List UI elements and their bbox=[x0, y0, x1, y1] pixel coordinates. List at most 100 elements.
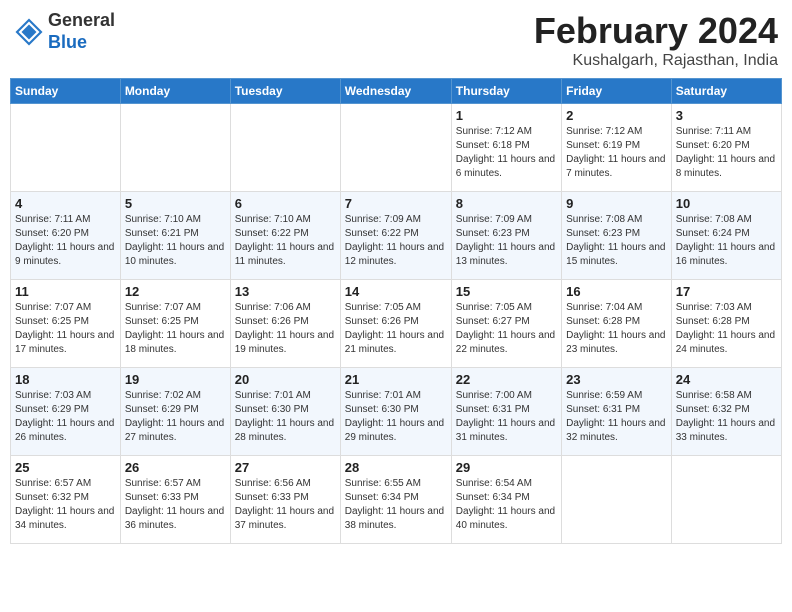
calendar-week-1: 4 Sunrise: 7:11 AM Sunset: 6:20 PM Daylig… bbox=[11, 192, 782, 280]
calendar-cell: 23 Sunrise: 6:59 AM Sunset: 6:31 PM Dayli… bbox=[562, 368, 672, 456]
day-number: 9 bbox=[566, 196, 667, 211]
day-number: 13 bbox=[235, 284, 336, 299]
day-number: 10 bbox=[676, 196, 777, 211]
day-number: 20 bbox=[235, 372, 336, 387]
calendar-cell: 14 Sunrise: 7:05 AM Sunset: 6:26 PM Dayli… bbox=[340, 280, 451, 368]
day-info: Sunrise: 7:00 AM Sunset: 6:31 PM Dayligh… bbox=[456, 389, 557, 445]
calendar-week-4: 25 Sunrise: 6:57 AM Sunset: 6:32 PM Dayli… bbox=[11, 456, 782, 544]
day-number: 24 bbox=[676, 372, 777, 387]
day-info: Sunrise: 7:05 AM Sunset: 6:27 PM Dayligh… bbox=[456, 301, 557, 357]
day-info: Sunrise: 6:57 AM Sunset: 6:33 PM Dayligh… bbox=[125, 477, 226, 533]
day-number: 17 bbox=[676, 284, 777, 299]
day-number: 5 bbox=[125, 196, 226, 211]
col-header-tuesday: Tuesday bbox=[230, 79, 340, 104]
day-number: 7 bbox=[345, 196, 447, 211]
calendar-cell: 18Sunrise: 7:03 AM Sunset: 6:29 PM Dayli… bbox=[11, 368, 121, 456]
calendar-header-row: SundayMondayTuesdayWednesdayThursdayFrid… bbox=[11, 79, 782, 104]
day-info: Sunrise: 7:10 AM Sunset: 6:21 PM Dayligh… bbox=[125, 213, 226, 269]
day-number: 12 bbox=[125, 284, 226, 299]
day-number: 2 bbox=[566, 108, 667, 123]
calendar-cell: 7 Sunrise: 7:09 AM Sunset: 6:22 PM Daylig… bbox=[340, 192, 451, 280]
day-number: 23 bbox=[566, 372, 667, 387]
day-info: Sunrise: 6:56 AM Sunset: 6:33 PM Dayligh… bbox=[235, 477, 336, 533]
day-info: Sunrise: 6:55 AM Sunset: 6:34 PM Dayligh… bbox=[345, 477, 447, 533]
calendar-cell: 15 Sunrise: 7:05 AM Sunset: 6:27 PM Dayli… bbox=[451, 280, 561, 368]
day-info: Sunrise: 7:07 AM Sunset: 6:25 PM Dayligh… bbox=[15, 301, 116, 357]
day-number: 28 bbox=[345, 460, 447, 475]
col-header-saturday: Saturday bbox=[671, 79, 781, 104]
col-header-friday: Friday bbox=[562, 79, 672, 104]
calendar-cell: 20 Sunrise: 7:01 AM Sunset: 6:30 PM Dayli… bbox=[230, 368, 340, 456]
day-info: Sunrise: 7:11 AM Sunset: 6:20 PM Dayligh… bbox=[15, 213, 116, 269]
calendar-cell: 25 Sunrise: 6:57 AM Sunset: 6:32 PM Dayli… bbox=[11, 456, 121, 544]
col-header-thursday: Thursday bbox=[451, 79, 561, 104]
day-number: 26 bbox=[125, 460, 226, 475]
calendar-cell: 22 Sunrise: 7:00 AM Sunset: 6:31 PM Dayli… bbox=[451, 368, 561, 456]
calendar-cell: 21Sunrise: 7:01 AM Sunset: 6:30 PM Dayli… bbox=[340, 368, 451, 456]
calendar-cell: 16 Sunrise: 7:04 AM Sunset: 6:28 PM Dayli… bbox=[562, 280, 672, 368]
logo: General Blue bbox=[14, 10, 115, 53]
day-number: 27 bbox=[235, 460, 336, 475]
day-info: Sunrise: 6:54 AM Sunset: 6:34 PM Dayligh… bbox=[456, 477, 557, 533]
calendar-cell: 17Sunrise: 7:03 AM Sunset: 6:28 PM Dayli… bbox=[671, 280, 781, 368]
calendar-cell: 12 Sunrise: 7:07 AM Sunset: 6:25 PM Dayli… bbox=[120, 280, 230, 368]
day-number: 3 bbox=[676, 108, 777, 123]
calendar-week-2: 11 Sunrise: 7:07 AM Sunset: 6:25 PM Dayli… bbox=[11, 280, 782, 368]
day-number: 8 bbox=[456, 196, 557, 211]
calendar-cell: 19 Sunrise: 7:02 AM Sunset: 6:29 PM Dayli… bbox=[120, 368, 230, 456]
day-number: 29 bbox=[456, 460, 557, 475]
calendar-cell: 10 Sunrise: 7:08 AM Sunset: 6:24 PM Dayli… bbox=[671, 192, 781, 280]
calendar-cell: 26 Sunrise: 6:57 AM Sunset: 6:33 PM Dayli… bbox=[120, 456, 230, 544]
calendar-cell: 6Sunrise: 7:10 AM Sunset: 6:22 PM Daylig… bbox=[230, 192, 340, 280]
calendar-cell: 8Sunrise: 7:09 AM Sunset: 6:23 PM Daylig… bbox=[451, 192, 561, 280]
calendar-cell: 1 Sunrise: 7:12 AM Sunset: 6:18 PM Daylig… bbox=[451, 104, 561, 192]
day-info: Sunrise: 6:57 AM Sunset: 6:32 PM Dayligh… bbox=[15, 477, 116, 533]
page-header: General Blue February 2024 Kushalgarh, R… bbox=[10, 10, 782, 70]
day-number: 1 bbox=[456, 108, 557, 123]
col-header-monday: Monday bbox=[120, 79, 230, 104]
calendar-cell: 3Sunrise: 7:11 AM Sunset: 6:20 PM Daylig… bbox=[671, 104, 781, 192]
calendar-cell: 13 Sunrise: 7:06 AM Sunset: 6:26 PM Dayli… bbox=[230, 280, 340, 368]
calendar-table: SundayMondayTuesdayWednesdayThursdayFrid… bbox=[10, 78, 782, 544]
day-info: Sunrise: 7:12 AM Sunset: 6:19 PM Dayligh… bbox=[566, 125, 667, 181]
day-info: Sunrise: 7:12 AM Sunset: 6:18 PM Dayligh… bbox=[456, 125, 557, 181]
day-number: 25 bbox=[15, 460, 116, 475]
location-subtitle: Kushalgarh, Rajasthan, India bbox=[534, 52, 778, 70]
calendar-cell: 29 Sunrise: 6:54 AM Sunset: 6:34 PM Dayli… bbox=[451, 456, 561, 544]
day-number: 18 bbox=[15, 372, 116, 387]
col-header-wednesday: Wednesday bbox=[340, 79, 451, 104]
day-info: Sunrise: 7:02 AM Sunset: 6:29 PM Dayligh… bbox=[125, 389, 226, 445]
calendar-cell bbox=[120, 104, 230, 192]
logo-icon bbox=[14, 17, 44, 47]
calendar-cell: 11 Sunrise: 7:07 AM Sunset: 6:25 PM Dayli… bbox=[11, 280, 121, 368]
day-info: Sunrise: 7:09 AM Sunset: 6:22 PM Dayligh… bbox=[345, 213, 447, 269]
day-number: 14 bbox=[345, 284, 447, 299]
calendar-week-3: 18Sunrise: 7:03 AM Sunset: 6:29 PM Dayli… bbox=[11, 368, 782, 456]
day-number: 4 bbox=[15, 196, 116, 211]
calendar-cell: 27 Sunrise: 6:56 AM Sunset: 6:33 PM Dayli… bbox=[230, 456, 340, 544]
calendar-cell bbox=[230, 104, 340, 192]
day-number: 15 bbox=[456, 284, 557, 299]
title-area: February 2024 Kushalgarh, Rajasthan, Ind… bbox=[534, 10, 778, 70]
month-title: February 2024 bbox=[534, 10, 778, 52]
calendar-cell bbox=[671, 456, 781, 544]
day-info: Sunrise: 6:59 AM Sunset: 6:31 PM Dayligh… bbox=[566, 389, 667, 445]
day-number: 11 bbox=[15, 284, 116, 299]
calendar-cell: 9Sunrise: 7:08 AM Sunset: 6:23 PM Daylig… bbox=[562, 192, 672, 280]
calendar-cell: 4 Sunrise: 7:11 AM Sunset: 6:20 PM Daylig… bbox=[11, 192, 121, 280]
calendar-cell: 2 Sunrise: 7:12 AM Sunset: 6:19 PM Daylig… bbox=[562, 104, 672, 192]
day-number: 22 bbox=[456, 372, 557, 387]
day-info: Sunrise: 7:08 AM Sunset: 6:24 PM Dayligh… bbox=[676, 213, 777, 269]
day-number: 16 bbox=[566, 284, 667, 299]
day-info: Sunrise: 7:01 AM Sunset: 6:30 PM Dayligh… bbox=[235, 389, 336, 445]
day-info: Sunrise: 7:07 AM Sunset: 6:25 PM Dayligh… bbox=[125, 301, 226, 357]
day-info: Sunrise: 7:06 AM Sunset: 6:26 PM Dayligh… bbox=[235, 301, 336, 357]
day-info: Sunrise: 6:58 AM Sunset: 6:32 PM Dayligh… bbox=[676, 389, 777, 445]
logo-text: General Blue bbox=[48, 10, 115, 53]
calendar-cell: 24 Sunrise: 6:58 AM Sunset: 6:32 PM Dayli… bbox=[671, 368, 781, 456]
day-info: Sunrise: 7:04 AM Sunset: 6:28 PM Dayligh… bbox=[566, 301, 667, 357]
day-number: 19 bbox=[125, 372, 226, 387]
calendar-cell bbox=[562, 456, 672, 544]
calendar-cell: 28 Sunrise: 6:55 AM Sunset: 6:34 PM Dayli… bbox=[340, 456, 451, 544]
day-info: Sunrise: 7:05 AM Sunset: 6:26 PM Dayligh… bbox=[345, 301, 447, 357]
